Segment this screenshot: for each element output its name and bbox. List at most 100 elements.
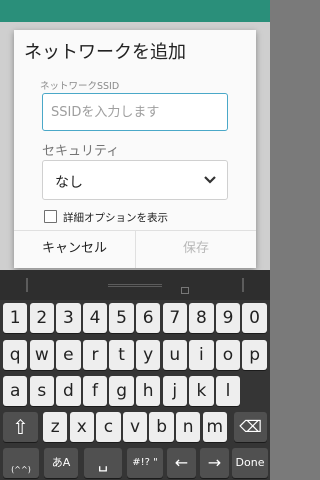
key-v-label: v [129, 417, 141, 437]
keyboard-drag-handle[interactable] [108, 284, 162, 287]
key-q-label: q [9, 345, 21, 365]
key-k[interactable]: k [189, 376, 214, 406]
symbols-key[interactable]: #!? " [127, 448, 163, 478]
key-x[interactable]: x [69, 412, 94, 442]
key-z-label: z [50, 417, 60, 437]
key-g[interactable]: g [109, 376, 134, 406]
key-f[interactable]: f [82, 376, 108, 406]
key-0-label: 0 [249, 308, 260, 328]
key-2-label: 2 [36, 308, 48, 328]
key-s-label: s [37, 381, 47, 401]
key-t[interactable]: t [109, 340, 134, 370]
key-b[interactable]: b [149, 412, 174, 442]
key-2[interactable]: 2 [29, 303, 54, 333]
key-s[interactable]: s [29, 376, 54, 406]
key-l-label: l [225, 381, 231, 401]
key-r[interactable]: r [82, 340, 108, 370]
input-mode-key[interactable]: あA [44, 448, 78, 478]
key-1-label: 1 [9, 308, 21, 328]
space-key[interactable]: ␣ [84, 448, 122, 478]
key-x-label: x [76, 417, 87, 437]
key-c[interactable]: c [96, 412, 121, 442]
backspace-key[interactable]: ⌫ [234, 412, 267, 442]
key-7[interactable]: 7 [162, 303, 187, 333]
done-key-label: Done [235, 456, 265, 469]
key-k-label: k [196, 381, 207, 401]
key-4[interactable]: 4 [82, 303, 108, 333]
key-e[interactable]: e [56, 340, 81, 370]
key-e-label: e [63, 345, 74, 365]
key-0[interactable]: 0 [242, 303, 267, 333]
keyboard-menu-icon[interactable] [181, 287, 189, 294]
key-o-label: o [222, 345, 234, 365]
save-button[interactable]: 保存 [136, 230, 256, 268]
key-6-label: 6 [142, 308, 154, 328]
key-c-label: c [103, 417, 114, 437]
security-value: なし [55, 175, 83, 191]
key-j[interactable]: j [162, 376, 187, 406]
key-m[interactable]: m [202, 412, 227, 442]
done-key[interactable]: Done [232, 448, 268, 478]
advanced-options-label[interactable]: 詳細オプションを表示 [63, 210, 168, 225]
key-w-label: w [34, 345, 49, 365]
key-9-label: 9 [222, 308, 234, 328]
key-y-label: y [143, 345, 154, 365]
key-9[interactable]: 9 [215, 303, 241, 333]
key-d[interactable]: d [56, 376, 81, 406]
ssid-label: ネットワークSSID [40, 81, 120, 92]
key-d-label: d [62, 381, 74, 401]
key-y[interactable]: y [136, 340, 161, 370]
key-z[interactable]: z [43, 412, 68, 442]
key-b-label: b [156, 417, 167, 437]
key-l[interactable]: l [215, 376, 241, 406]
cursor-right-key[interactable]: → [200, 448, 229, 478]
symbols-key-label: #!? " [132, 457, 158, 468]
key-f-label: f [91, 381, 98, 401]
key-m-label: m [206, 417, 224, 437]
key-1[interactable]: 1 [3, 303, 28, 333]
key-8[interactable]: 8 [189, 303, 214, 333]
key-u-label: u [169, 345, 181, 365]
key-5[interactable]: 5 [109, 303, 134, 333]
keyboard-toolbar [0, 270, 270, 300]
key-h[interactable]: h [136, 376, 161, 406]
key-p-label: p [249, 345, 260, 365]
cancel-button[interactable]: キャンセル [14, 230, 135, 268]
key-u[interactable]: u [162, 340, 187, 370]
key-o[interactable]: o [215, 340, 241, 370]
emoji-keyboard-key[interactable]: (^^) [3, 448, 39, 478]
key-t-label: t [118, 345, 125, 365]
key-q[interactable]: q [3, 340, 28, 370]
key-6[interactable]: 6 [136, 303, 161, 333]
key-p[interactable]: p [242, 340, 267, 370]
chevron-down-icon [204, 176, 216, 184]
cursor-left-key-label: ← [174, 453, 189, 472]
key-3[interactable]: 3 [56, 303, 81, 333]
security-select[interactable]: なし [42, 160, 228, 200]
key-a-label: a [9, 381, 21, 401]
shift-key[interactable]: ⇧ [3, 412, 38, 442]
key-w[interactable]: w [29, 340, 54, 370]
input-mode-key-label: あA [51, 456, 71, 469]
key-i[interactable]: i [189, 340, 214, 370]
emoji-keyboard-key-label: (^^) [11, 465, 31, 474]
key-h-label: h [142, 381, 154, 401]
ssid-input[interactable] [42, 93, 228, 131]
advanced-options-checkbox[interactable] [44, 210, 57, 223]
space-key-label: ␣ [97, 453, 109, 472]
key-a[interactable]: a [3, 376, 28, 406]
key-4-label: 4 [89, 308, 101, 328]
cursor-left-key[interactable]: ← [167, 448, 196, 478]
key-8-label: 8 [195, 308, 207, 328]
key-r-label: r [91, 345, 99, 365]
key-j-label: j [172, 381, 178, 401]
add-network-dialog: ネットワークを追加 ネットワークSSID セキュリティ なし 詳細オプションを表… [14, 30, 256, 268]
keyboard-resize-handle-left[interactable] [26, 278, 28, 292]
key-v[interactable]: v [122, 412, 148, 442]
security-label: セキュリティ [42, 144, 120, 159]
key-n[interactable]: n [176, 412, 201, 442]
software-keyboard: 1 2 3 4 5 6 7 8 9 0 q w e r t y u i o p a s d f g h j k l ⇧ z x c v b n m ⌫ (^… [0, 270, 270, 480]
keyboard-resize-handle-right[interactable] [242, 278, 244, 292]
backspace-key-label: ⌫ [239, 417, 262, 436]
shift-key-label: ⇧ [12, 415, 29, 439]
